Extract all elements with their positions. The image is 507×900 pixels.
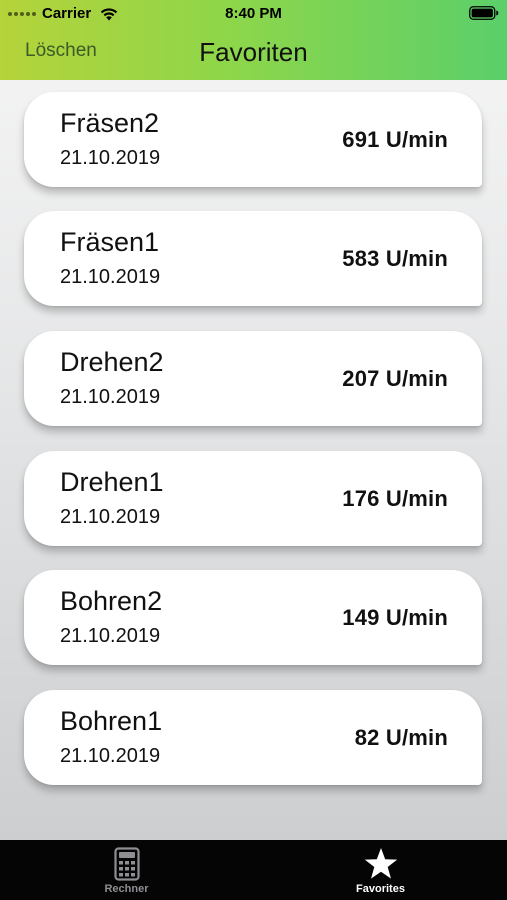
favorite-name: Drehen1 — [60, 467, 164, 497]
favorite-date: 21.10.2019 — [60, 147, 161, 169]
favorite-card[interactable]: Fräsen2 21.10.2019 691 U/min — [24, 92, 482, 187]
favorite-rpm: 176 U/min — [342, 486, 448, 511]
favorite-rpm: 691 U/min — [342, 127, 448, 152]
tab-favorites[interactable]: Favorites — [254, 840, 507, 900]
calculator-icon — [113, 847, 140, 881]
favorites-screen: Carrier 8:40 PM Löschen Favoriten Fräsen… — [0, 0, 507, 900]
favorite-card[interactable]: Bohren2 21.10.2019 149 U/min — [24, 570, 482, 665]
tab-rechner[interactable]: Rechner — [0, 840, 253, 900]
battery-icon — [469, 6, 499, 20]
tab-label: Rechner — [104, 883, 149, 895]
favorite-rpm: 583 U/min — [342, 246, 448, 271]
page-title: Favoriten — [199, 37, 308, 67]
favorite-card[interactable]: Drehen2 21.10.2019 207 U/min — [24, 331, 482, 426]
tab-bar: Rechner Favorites — [0, 840, 507, 900]
favorite-date: 21.10.2019 — [60, 506, 161, 528]
favorite-name: Bohren1 — [60, 706, 163, 736]
favorite-rpm: 207 U/min — [342, 366, 448, 391]
status-bar: Carrier 8:40 PM — [0, 0, 507, 28]
star-icon — [364, 848, 397, 879]
favorite-date: 21.10.2019 — [60, 266, 161, 288]
favorite-card[interactable]: Drehen1 21.10.2019 176 U/min — [24, 451, 482, 546]
favorite-name: Bohren2 — [60, 586, 163, 616]
favorite-date: 21.10.2019 — [60, 745, 161, 767]
favorite-name: Drehen2 — [60, 347, 164, 377]
favorite-name: Fräsen2 — [60, 108, 160, 138]
favorite-card[interactable]: Bohren1 21.10.2019 82 U/min — [24, 690, 482, 785]
favorite-name: Fräsen1 — [60, 227, 160, 257]
favorite-rpm: 82 U/min — [354, 725, 448, 750]
status-time: 8:40 PM — [225, 5, 282, 22]
header: Carrier 8:40 PM Löschen Favoriten — [0, 0, 507, 80]
favorite-rpm: 149 U/min — [342, 605, 448, 630]
nav-bar: Löschen Favoriten — [0, 28, 507, 80]
favorite-card[interactable]: Fräsen1 21.10.2019 583 U/min — [24, 211, 482, 306]
favorite-date: 21.10.2019 — [60, 386, 161, 408]
tab-label: Favorites — [356, 883, 405, 895]
favorites-list[interactable]: Fräsen2 21.10.2019 691 U/min Fräsen1 21.… — [0, 80, 507, 840]
favorite-date: 21.10.2019 — [60, 625, 161, 647]
